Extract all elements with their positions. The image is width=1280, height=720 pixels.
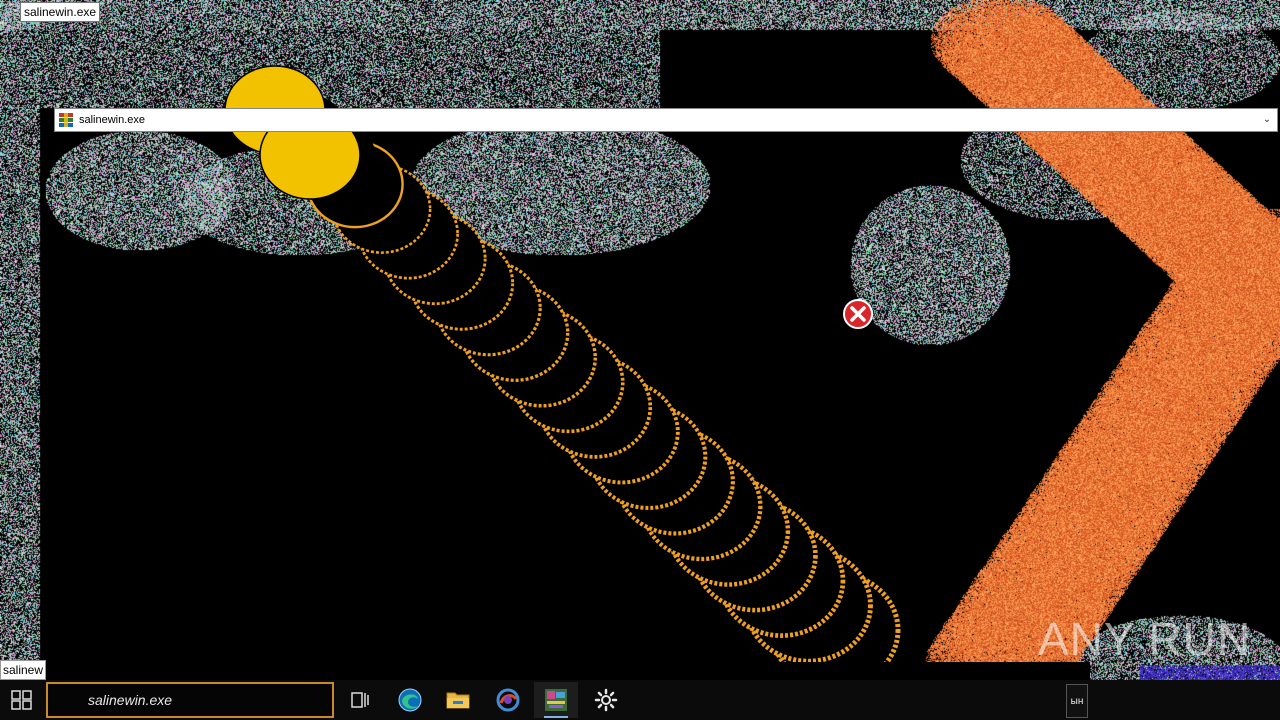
window-title-text: salinewin.exe — [79, 109, 145, 131]
search-text: salinewin.exe — [88, 684, 172, 716]
error-icon — [842, 298, 874, 330]
file-explorer-button[interactable] — [436, 682, 480, 718]
edge-button[interactable] — [388, 682, 432, 718]
active-app-button[interactable] — [534, 682, 578, 718]
app-button[interactable] — [486, 682, 530, 718]
desktop-screen: salinewin.exe salinewin.exe ⌄ ANY RUN sa… — [0, 0, 1280, 720]
active-app-icon — [543, 687, 569, 713]
app-icon — [495, 687, 521, 713]
settings-button[interactable] — [584, 682, 628, 718]
taskbar-tooltip: salinew — [0, 660, 46, 680]
anyrun-watermark: ANY RUN — [1038, 612, 1251, 666]
edge-icon — [397, 687, 423, 713]
winrar-icon — [59, 113, 73, 127]
settings-icon — [594, 688, 618, 712]
task-view-button[interactable] — [338, 682, 382, 718]
start-button[interactable] — [4, 682, 40, 718]
tray-language-indicator[interactable]: ын — [1066, 684, 1088, 718]
window-title-label: salinewin.exe — [20, 2, 100, 22]
task-view-icon — [349, 689, 371, 711]
taskbar-glitch-strip — [660, 662, 1090, 680]
chevron-down-icon[interactable]: ⌄ — [1259, 111, 1275, 129]
file-explorer-icon — [445, 688, 471, 712]
start-icon — [4, 682, 40, 718]
taskbar-search-box[interactable]: salinewin.exe — [46, 682, 334, 718]
window-title-bar[interactable]: salinewin.exe ⌄ — [54, 108, 1278, 132]
